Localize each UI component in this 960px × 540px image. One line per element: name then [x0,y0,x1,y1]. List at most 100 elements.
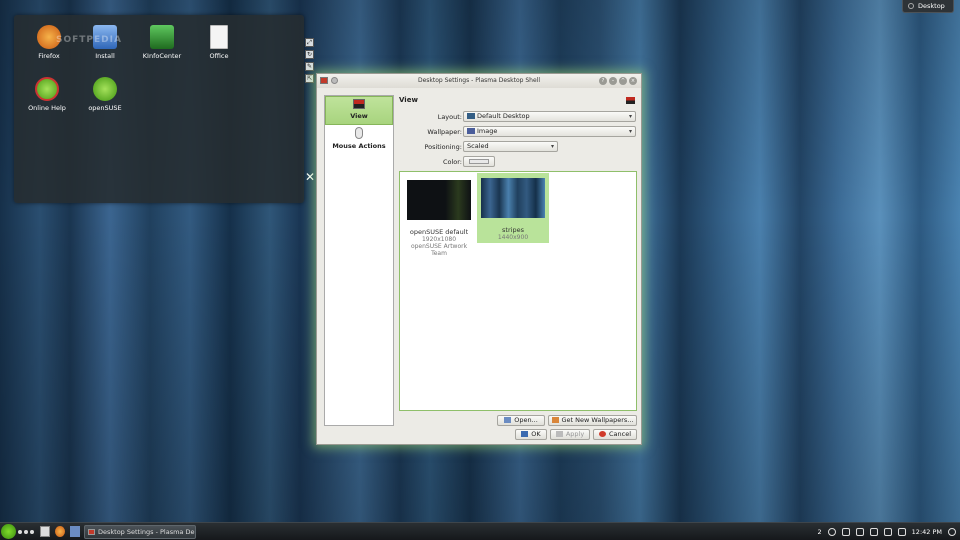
updates-icon[interactable] [883,528,892,536]
desktop-settings-dialog: Desktop Settings - Plasma Desktop Shell … [316,73,642,445]
window-title: Desktop Settings - Plasma Desktop Shell [417,77,541,84]
wallpaper-combo[interactable]: Image ▾ [463,126,636,137]
apply-button[interactable]: Apply [550,429,590,440]
pager[interactable] [18,530,34,534]
desktop-icon-office[interactable]: Office [192,25,246,60]
info-center-icon [150,25,174,49]
help-lifebuoy-icon [35,77,59,101]
mouse-icon [355,127,363,139]
opensuse-logo-icon [93,77,117,101]
task-label: Desktop Settings - Plasma De [98,528,195,536]
title-bar[interactable]: Desktop Settings - Plasma Desktop Shell … [317,74,641,88]
desktop-icon-label: KInfoCenter [142,52,182,60]
notifications-icon[interactable] [948,528,956,536]
folder-view-widget: Firefox Install KInfoCenter Office Onlin… [14,15,304,203]
show-desktop-icon[interactable] [40,526,50,537]
wallpaper-size: 1440x900 [497,234,529,241]
desktop-icon [467,113,475,119]
settings-sidebar: View Mouse Actions [324,95,394,426]
rotate-icon[interactable]: ↻ [305,50,314,59]
document-icon [210,25,228,49]
desktop-icon-label: Firefox [38,52,60,60]
chevron-down-icon: ▾ [628,113,632,120]
power-icon[interactable] [897,528,906,536]
desktop-icon-kinfocenter[interactable]: KInfoCenter [135,25,189,60]
toolbox-label: Desktop [918,2,945,10]
app-icon [88,529,95,535]
network-icon[interactable] [869,528,878,536]
pane-title: View [399,96,418,104]
positioning-combo[interactable]: Scaled ▾ [463,141,558,152]
image-icon [467,128,475,134]
desktop-number[interactable]: 2 [818,528,822,536]
layout-label: Layout: [437,113,462,121]
view-icon [353,99,365,109]
close-button[interactable]: × [629,77,637,85]
view-pane: View Layout: Default Desktop ▾ Wallpaper… [399,95,637,440]
widget-handle[interactable]: ⤢ ↻ ✎ ⇱ [305,38,315,86]
settings-wrench-icon[interactable]: ✎ [305,62,314,71]
chevron-down-icon: ▾ [628,128,632,135]
widget-close-icon[interactable]: ✕ [305,170,315,184]
open-label: Open... [514,416,538,424]
wallpaper-row: Wallpaper: Image ▾ [399,126,637,141]
pin-icon[interactable] [331,77,338,84]
desktop-icon-label: Install [95,52,115,60]
maximize-button[interactable]: ^ [619,77,627,85]
wallpaper-name: openSUSE default [409,228,469,236]
cancel-button[interactable]: Cancel [593,429,637,440]
layout-value: Default Desktop [477,112,530,120]
open-icon [504,417,512,423]
minimize-button[interactable]: – [609,77,617,85]
wallpaper-list[interactable]: openSUSE default 1920x1080 openSUSE Artw… [399,171,637,411]
desktop-toolbox[interactable]: Desktop [902,0,954,13]
chevron-down-icon: ▾ [550,143,554,150]
task-desktop-settings[interactable]: Desktop Settings - Plasma De [84,525,196,539]
wallpaper-item-opensuse-default[interactable]: openSUSE default 1920x1080 openSUSE Artw… [403,175,475,257]
cancel-label: Cancel [608,430,632,438]
apply-label: Apply [565,430,585,438]
watermark: SOFTPEDIA [56,35,122,45]
desktop-icon-opensuse[interactable]: openSUSE [78,77,132,112]
open-button[interactable]: Open... [497,415,545,426]
volume-icon[interactable] [855,528,864,536]
firefox-launcher-icon[interactable] [55,526,65,537]
cashew-icon [908,3,914,9]
desktop-icon-online-help[interactable]: Online Help [20,77,74,112]
wallpaper-name: stripes [502,226,524,234]
help-button[interactable]: ? [599,77,607,85]
taskbar: Desktop Settings - Plasma De 2 12:42 PM [0,522,960,540]
bug-icon[interactable] [827,528,836,536]
positioning-value: Scaled [467,142,489,150]
sidebar-item-view[interactable]: View [325,96,393,125]
clock[interactable]: 12:42 PM [912,528,942,536]
ok-button[interactable]: OK [515,429,547,440]
get-new-label: Get New Wallpapers... [561,416,634,424]
wallpaper-label: Wallpaper: [427,128,462,136]
ok-label: OK [531,430,541,438]
check-icon [521,431,529,437]
wallpaper-author: openSUSE Artwork Team [410,243,468,257]
color-swatch [469,159,489,164]
layout-combo[interactable]: Default Desktop ▾ [463,111,636,122]
check-icon [555,431,563,437]
application-launcher-icon[interactable] [1,524,16,539]
sidebar-item-label: Mouse Actions [332,142,386,150]
sidebar-item-mouse-actions[interactable]: Mouse Actions [325,125,393,154]
wallpaper-thumbnail [481,178,545,218]
wallpaper-item-stripes[interactable]: stripes 1440x900 [477,173,549,243]
desktop-icon-label: openSUSE [88,104,122,112]
positioning-label: Positioning: [424,143,462,151]
maximize-icon[interactable]: ⇱ [305,74,314,83]
color-label: Color: [442,158,462,166]
get-new-wallpapers-button[interactable]: Get New Wallpapers... [548,415,637,426]
file-manager-launcher-icon[interactable] [70,526,80,537]
clipboard-icon[interactable] [841,528,850,536]
resize-icon[interactable]: ⤢ [305,38,314,47]
layout-row: Layout: Default Desktop ▾ [399,111,637,126]
positioning-row: Positioning: Scaled ▾ [399,141,637,156]
system-tray: 2 12:42 PM [818,523,956,540]
wallpaper-thumbnail [407,180,471,220]
color-button[interactable] [463,156,495,167]
desktop-icon-label: Office [209,52,229,60]
